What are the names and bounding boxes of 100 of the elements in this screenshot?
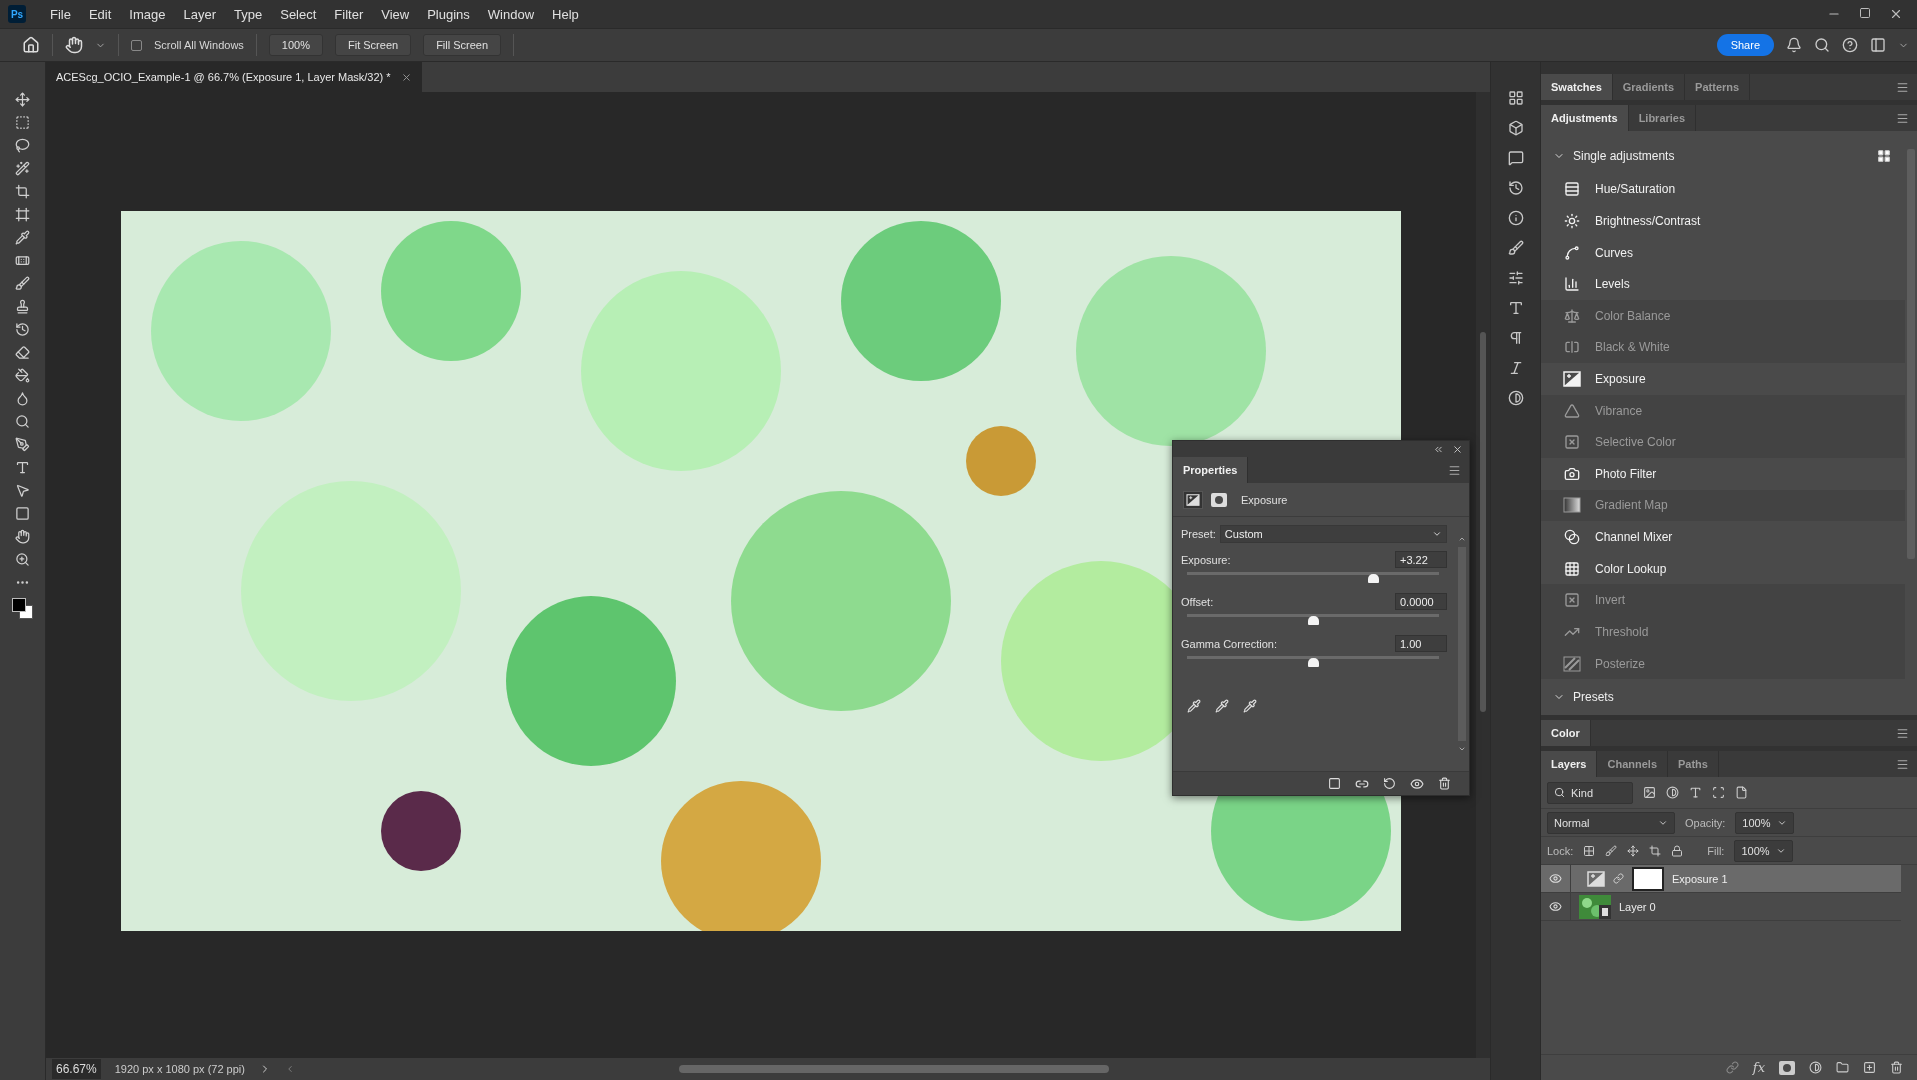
- value-field[interactable]: +3.22: [1395, 551, 1447, 568]
- grid-view-icon[interactable]: [1877, 148, 1891, 163]
- sliders-icon[interactable]: [1507, 270, 1524, 286]
- image-filter-icon[interactable]: [1643, 786, 1656, 799]
- slider-thumb[interactable]: [1308, 658, 1319, 667]
- grid-icon[interactable]: [1507, 90, 1524, 106]
- workspace-icon[interactable]: [1870, 37, 1886, 53]
- filter-dropdown[interactable]: Kind: [1547, 781, 1633, 804]
- type-icon[interactable]: [15, 460, 30, 475]
- brush-icon[interactable]: [1507, 240, 1524, 256]
- hand-icon[interactable]: [15, 529, 30, 544]
- chevron-down-icon[interactable]: [1432, 529, 1442, 539]
- menu-icon[interactable]: [1896, 111, 1909, 125]
- share-button[interactable]: Share: [1716, 34, 1774, 56]
- menu-item[interactable]: Type: [226, 6, 271, 22]
- value-field[interactable]: 0.0000: [1395, 593, 1447, 610]
- color-swatches-icon[interactable]: [11, 598, 34, 620]
- close-icon[interactable]: [1452, 443, 1463, 455]
- layer-row[interactable]: Layer 0: [1541, 893, 1901, 921]
- search-icon[interactable]: [1814, 37, 1830, 53]
- menu-item[interactable]: Window: [479, 6, 543, 22]
- panel-tab[interactable]: Swatches: [1541, 74, 1613, 100]
- panel-tab[interactable]: Layers: [1541, 751, 1598, 777]
- blend-mode-dropdown[interactable]: Normal: [1547, 811, 1675, 834]
- paint-bucket-icon[interactable]: [15, 368, 30, 383]
- fill-field[interactable]: 100%: [1734, 839, 1793, 862]
- zoom-button[interactable]: Fit Screen: [335, 34, 412, 56]
- new-layer-icon[interactable]: [1863, 1061, 1876, 1074]
- menu-item[interactable]: Help: [544, 6, 587, 22]
- lasso-icon[interactable]: [15, 138, 30, 153]
- droplet-icon[interactable]: [15, 391, 30, 406]
- eyedropper-icon[interactable]: [1215, 699, 1229, 713]
- history-icon[interactable]: [1507, 180, 1524, 196]
- zoom-button[interactable]: 100%: [268, 34, 323, 56]
- scroll-down-icon[interactable]: [1458, 745, 1466, 753]
- menu-item[interactable]: Select: [272, 6, 325, 22]
- pen-icon[interactable]: [15, 437, 30, 452]
- notifications-icon[interactable]: [1786, 37, 1802, 53]
- slider-thumb[interactable]: [1308, 616, 1319, 625]
- menu-item[interactable]: View: [373, 6, 418, 22]
- close-icon[interactable]: [400, 71, 412, 83]
- menu-icon[interactable]: [1896, 757, 1909, 771]
- eyedropper-icon[interactable]: [15, 230, 30, 245]
- pointer-icon[interactable]: [15, 483, 30, 498]
- horizontal-scrollbar-thumb[interactable]: [678, 1065, 1109, 1073]
- panel-tab[interactable]: Adjustments: [1541, 105, 1629, 131]
- visibility-icon[interactable]: [1410, 776, 1424, 791]
- maximize-icon[interactable]: [1859, 7, 1871, 19]
- opacity-field[interactable]: 100%: [1735, 811, 1794, 834]
- menu-item[interactable]: File: [42, 6, 79, 22]
- cube-icon[interactable]: [1507, 120, 1524, 136]
- menu-icon[interactable]: [1896, 80, 1909, 94]
- layer-row[interactable]: Exposure 1: [1541, 865, 1901, 893]
- slider-thumb[interactable]: [1368, 574, 1380, 583]
- delete-icon[interactable]: [1438, 777, 1451, 790]
- help-icon[interactable]: [1842, 37, 1858, 53]
- marquee-icon[interactable]: [15, 115, 30, 130]
- contrast-icon[interactable]: [1507, 390, 1524, 406]
- menu-item[interactable]: Layer: [175, 6, 225, 22]
- lock-all-icon[interactable]: [1671, 844, 1684, 857]
- value-field[interactable]: 1.00: [1395, 635, 1447, 652]
- character-icon[interactable]: [1507, 300, 1524, 316]
- eraser-icon[interactable]: [15, 345, 30, 360]
- reset-icon[interactable]: [1383, 777, 1396, 790]
- adjustment-icon[interactable]: [1183, 490, 1203, 509]
- menu-item[interactable]: Plugins: [419, 6, 478, 22]
- stamp-icon[interactable]: [15, 299, 30, 314]
- mask-icon[interactable]: [1209, 490, 1229, 509]
- section-header[interactable]: Single adjustments: [1541, 138, 1905, 174]
- section-header[interactable]: Presets: [1541, 679, 1905, 715]
- layer-style-button[interactable]: fx: [1752, 1060, 1765, 1075]
- adjustment-layer-icon[interactable]: [1809, 1061, 1822, 1074]
- lock-position-icon[interactable]: [1627, 844, 1640, 857]
- home-icon[interactable]: [22, 36, 40, 54]
- eyedropper-icon[interactable]: [1243, 699, 1257, 713]
- panel-tab[interactable]: Color: [1541, 720, 1591, 746]
- eyedropper-icon[interactable]: [1187, 699, 1201, 713]
- document-tab[interactable]: ACEScg_OCIO_Example-1 @ 66.7% (Exposure 1, Layer Mask/32) *: [46, 62, 422, 92]
- preset-dropdown[interactable]: Custom: [1219, 525, 1447, 543]
- brush-icon[interactable]: [15, 276, 30, 291]
- menu-item[interactable]: Image: [121, 6, 174, 22]
- eye-icon[interactable]: [1549, 900, 1562, 913]
- checkbox[interactable]: [131, 39, 142, 51]
- add-mask-icon[interactable]: [1779, 1060, 1795, 1075]
- rectangle-icon[interactable]: [15, 506, 30, 521]
- lock-brush-icon[interactable]: [1605, 844, 1618, 857]
- lock-pixels-icon[interactable]: [1583, 844, 1596, 857]
- move-icon[interactable]: [15, 92, 30, 107]
- crop-icon[interactable]: [15, 184, 30, 199]
- close-icon[interactable]: [1889, 7, 1903, 21]
- panel-tab[interactable]: Properties: [1173, 457, 1249, 483]
- menu-item[interactable]: Edit: [80, 6, 120, 22]
- menu-item[interactable]: Filter: [326, 6, 372, 22]
- menu-icon[interactable]: [1896, 726, 1909, 740]
- shape-filter-icon[interactable]: [1712, 786, 1725, 799]
- frame-icon[interactable]: [15, 207, 30, 222]
- info-icon[interactable]: [1507, 210, 1524, 226]
- comment-icon[interactable]: [1507, 150, 1524, 166]
- adjustment-filter-icon[interactable]: [1666, 786, 1679, 799]
- scroll-up-icon[interactable]: [1458, 535, 1466, 543]
